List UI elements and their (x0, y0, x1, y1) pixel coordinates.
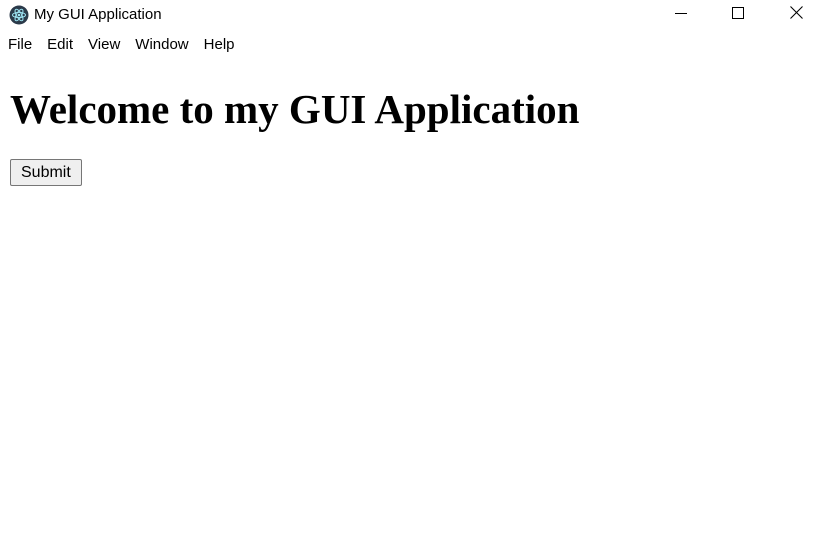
window-title: My GUI Application (34, 6, 162, 23)
electron-atom-icon (9, 5, 29, 25)
menu-file[interactable]: File (0, 33, 39, 57)
menu-window[interactable]: Window (127, 33, 195, 57)
menu-view[interactable]: View (80, 33, 127, 57)
page-title: Welcome to my GUI Application (10, 86, 580, 132)
maximize-button[interactable] (709, 0, 767, 30)
app-window: My GUI Application File Edit View Window… (0, 0, 822, 550)
submit-button[interactable]: Submit (10, 159, 82, 186)
title-bar[interactable]: My GUI Application (0, 0, 822, 30)
minimize-button[interactable] (652, 0, 710, 30)
menu-bar: File Edit View Window Help (0, 33, 242, 57)
page-content: Welcome to my GUI Application Submit (0, 57, 822, 550)
maximize-icon (732, 6, 744, 24)
close-icon (789, 6, 803, 24)
minimize-icon (675, 6, 687, 24)
close-button[interactable] (767, 0, 822, 30)
menu-help[interactable]: Help (196, 33, 242, 57)
menu-edit[interactable]: Edit (39, 33, 80, 57)
